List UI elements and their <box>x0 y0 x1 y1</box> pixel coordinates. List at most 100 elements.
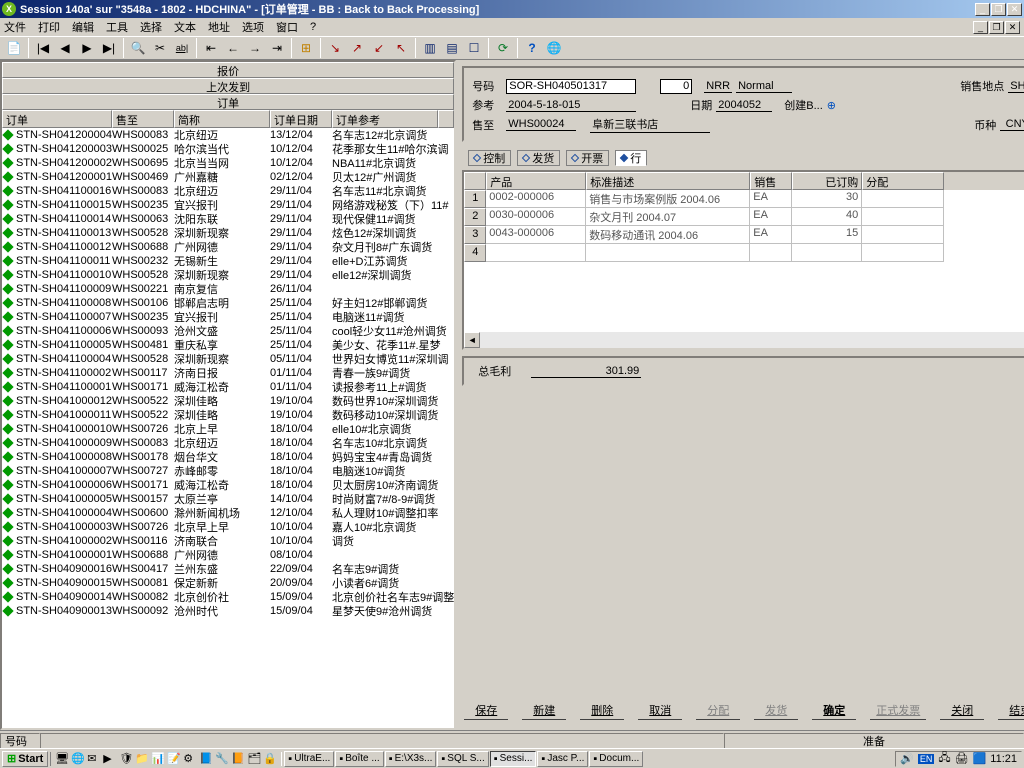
menu-select[interactable]: 选择 <box>140 19 162 35</box>
col-name[interactable]: 简称 <box>174 110 270 128</box>
table-row[interactable]: STN-SH041200003WHS00025哈尔滨当代10/12/04花季那女… <box>2 142 454 156</box>
menu-edit[interactable]: 编辑 <box>72 19 94 35</box>
table-row[interactable]: STN-SH041100005WHS00481重庆私享25/11/04美少女、花… <box>2 338 454 352</box>
table-row[interactable]: STN-SH041100013WHS00528深圳新现察29/11/04炫色12… <box>2 226 454 240</box>
table-row[interactable]: STN-SH041100007WHS00235宜兴报刊25/11/04电脑迷11… <box>2 310 454 324</box>
tray-printer-icon[interactable]: 🖨 <box>955 752 969 765</box>
taskbar-task[interactable]: ▪E:\X3s... <box>385 751 437 767</box>
table-row[interactable]: STN-SH041100002WHS00117济南日报01/11/04青春一族9… <box>2 366 454 380</box>
ql-icon-9[interactable]: ⚙ <box>183 752 197 766</box>
grid-col-desc[interactable]: 标准描述 <box>586 172 750 190</box>
tab-lines[interactable]: 行 <box>615 150 647 166</box>
menu-options[interactable]: 选项 <box>242 19 264 35</box>
toolbar-go4-icon[interactable]: ↖ <box>391 38 411 58</box>
table-row[interactable]: STN-SH041200002WHS00695北京当当网10/12/04NBA1… <box>2 156 454 170</box>
tray-net-icon[interactable]: 🖧 <box>938 749 950 768</box>
table-row[interactable]: STN-SH041000007WHS00727赤峰邮零18/10/04电脑迷10… <box>2 464 454 478</box>
toolbar-tree-icon[interactable]: ⊞ <box>296 38 316 58</box>
menu-print[interactable]: 打印 <box>38 19 60 35</box>
table-row[interactable]: STN-SH041000010WHS00726北京上早18/10/04elle1… <box>2 422 454 436</box>
toolbar-go1-icon[interactable]: ↘ <box>325 38 345 58</box>
table-row[interactable]: STN-SH041000002WHS00116济南联合10/10/04调货 <box>2 534 454 548</box>
table-row[interactable]: STN-SH041000003WHS00726北京早上早10/10/04嘉人10… <box>2 520 454 534</box>
menu-file[interactable]: 文件 <box>4 19 26 35</box>
table-row[interactable]: STN-SH041100010WHS00528深圳新现察29/11/04elle… <box>2 268 454 282</box>
taskbar-task[interactable]: ▪UltraE... <box>284 751 334 767</box>
grid-row[interactable]: 30043-000006数码移动通讯 2004.06EA15 <box>464 226 1024 244</box>
table-row[interactable]: STN-SH041000006WHS00171威海江松奇18/10/04贝太厨房… <box>2 478 454 492</box>
grid-row[interactable]: 10002-000006销售与市场案例版 2004.06EA30 <box>464 190 1024 208</box>
table-row[interactable]: STN-SH041000005WHS00157太原兰亭14/10/04时尚财富7… <box>2 492 454 506</box>
tray-lang[interactable]: EN <box>918 754 935 764</box>
close-button[interactable]: ✕ <box>1007 3 1022 16</box>
tray-app-icon[interactable]: 🟦 <box>973 752 987 765</box>
toolbar-search-icon[interactable]: 🔍 <box>128 38 148 58</box>
ql-icon-10[interactable]: 📘 <box>199 752 213 766</box>
table-row[interactable]: STN-SH041200004WHS00083北京纽迈13/12/04名车志12… <box>2 128 454 142</box>
ql-icon-7[interactable]: 📊 <box>151 752 165 766</box>
input-code[interactable] <box>506 79 636 94</box>
ql-icon-5[interactable]: 🛡 <box>119 752 133 766</box>
scroll-left-icon[interactable]: ◄ <box>464 332 480 348</box>
grid-col-product[interactable]: 产品 <box>486 172 586 190</box>
table-row[interactable]: STN-SH041100014WHS00063沈阳东联29/11/04现代保健1… <box>2 212 454 226</box>
btn-alloc[interactable]: 分配 <box>696 702 740 720</box>
taskbar-task[interactable]: ▪Jasc P... <box>537 751 588 767</box>
toolbar-go2-icon[interactable]: ↗ <box>347 38 367 58</box>
grid-col-alloc[interactable]: 分配 <box>862 172 944 190</box>
toolbar-first-icon[interactable]: |◀ <box>33 38 53 58</box>
col-soldto[interactable]: 售至 <box>112 110 174 128</box>
toolbar-refresh-icon[interactable]: ⟳ <box>493 38 513 58</box>
btn-cancel[interactable]: 取消 <box>638 702 682 720</box>
table-row[interactable]: STN-SH041000001WHS00688广州网德08/10/04 <box>2 548 454 562</box>
ql-icon-3[interactable]: ✉ <box>87 752 101 766</box>
toolbar-prev-icon[interactable]: ◀ <box>55 38 75 58</box>
table-row[interactable]: STN-SH041100015WHS00235宜兴报刊29/11/04网络游戏秘… <box>2 198 454 212</box>
left-header-quote[interactable]: 报价 <box>2 62 454 78</box>
ql-icon-11[interactable]: 🔧 <box>215 752 229 766</box>
table-row[interactable]: STN-SH041000008WHS00178烟台华文18/10/04妈妈宝宝4… <box>2 450 454 464</box>
ql-icon-13[interactable]: 🗂 <box>247 752 261 766</box>
ql-icon-14[interactable]: 🔒 <box>263 752 277 766</box>
toolbar-nav2-icon[interactable]: ← <box>223 38 243 58</box>
table-row[interactable]: STN-SH041100012WHS00688广州网德29/11/04杂文月刊8… <box>2 240 454 254</box>
ql-icon-12[interactable]: 📙 <box>231 752 245 766</box>
menu-help[interactable]: ? <box>310 21 316 33</box>
toolbar-win1-icon[interactable]: ▥ <box>420 38 440 58</box>
grid-col-unit[interactable]: 销售 <box>750 172 792 190</box>
table-row[interactable]: STN-SH041100004WHS00528深圳新现察05/11/04世界妇女… <box>2 352 454 366</box>
table-row[interactable]: STN-SH040900016WHS00417兰州东盛22/09/04名车志9#… <box>2 562 454 576</box>
ql-icon-1[interactable]: 🖥 <box>55 752 69 766</box>
grid-row[interactable]: 20030-000006杂文月刊 2004.07EA40 <box>464 208 1024 226</box>
orders-list[interactable]: STN-SH041200004WHS00083北京纽迈13/12/04名车志12… <box>2 128 454 728</box>
btn-invoice[interactable]: 正式发票 <box>870 702 926 720</box>
taskbar-task[interactable]: ▪Sessi... <box>490 751 537 767</box>
menu-text[interactable]: 文本 <box>174 19 196 35</box>
menu-address[interactable]: 地址 <box>208 19 230 35</box>
taskbar-task[interactable]: ▪Docum... <box>589 751 643 767</box>
table-row[interactable]: STN-SH041200001WHS00469广州嘉糖02/12/04贝太12#… <box>2 170 454 184</box>
ql-icon-6[interactable]: 📁 <box>135 752 149 766</box>
toolbar-cut-icon[interactable]: ✂ <box>150 38 170 58</box>
table-row[interactable]: STN-SH041000011WHS00522深圳佳略19/10/04数码移动1… <box>2 408 454 422</box>
toolbar-last-icon[interactable]: ▶| <box>99 38 119 58</box>
toolbar-win2-icon[interactable]: ▤ <box>442 38 462 58</box>
tab-control[interactable]: 控制 <box>468 150 511 166</box>
left-header-last[interactable]: 上次发到 <box>2 78 454 94</box>
taskbar-task[interactable]: ▪Boîte ... <box>335 751 383 767</box>
ql-icon-4[interactable]: ▶ <box>103 752 117 766</box>
btn-ship[interactable]: 发货 <box>754 702 798 720</box>
ql-icon-8[interactable]: 📝 <box>167 752 181 766</box>
table-row[interactable]: STN-SH040900014WHS00082北京创价社15/09/04北京创价… <box>2 590 454 604</box>
toolbar-next-icon[interactable]: ▶ <box>77 38 97 58</box>
toolbar-win3-icon[interactable]: ☐ <box>464 38 484 58</box>
taskbar-task[interactable]: ▪SQL S... <box>437 751 488 767</box>
start-button[interactable]: ⊞ Start <box>2 751 48 767</box>
table-row[interactable]: STN-SH041100001WHS00171威海江松奇01/11/04读报参考… <box>2 380 454 394</box>
toolbar-go3-icon[interactable]: ↙ <box>369 38 389 58</box>
grid-row[interactable]: 4 <box>464 244 1024 262</box>
mdi-minimize-button[interactable]: _ <box>973 21 988 34</box>
btn-delete[interactable]: 删除 <box>580 702 624 720</box>
toolbar-nav4-icon[interactable]: ⇥ <box>267 38 287 58</box>
toolbar-nav1-icon[interactable]: ⇤ <box>201 38 221 58</box>
